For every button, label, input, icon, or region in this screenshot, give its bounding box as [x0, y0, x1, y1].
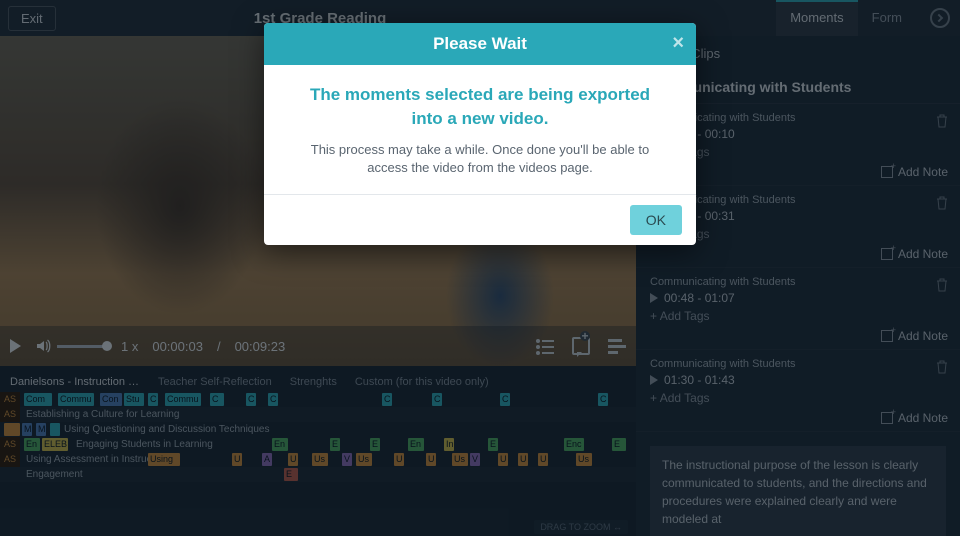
- modal-title: Please Wait: [433, 34, 527, 53]
- app-root: Exit 1st Grade Reading Moments Form 1 x …: [0, 0, 960, 536]
- modal-subtext: This process may take a while. Once done…: [294, 141, 666, 179]
- modal-footer: OK: [264, 194, 696, 245]
- export-modal: Please Wait × The moments selected are b…: [264, 23, 696, 245]
- ok-button[interactable]: OK: [630, 205, 682, 235]
- modal-message: The moments selected are being exported …: [294, 83, 666, 131]
- close-icon[interactable]: ×: [672, 33, 684, 53]
- modal-body: The moments selected are being exported …: [264, 65, 696, 194]
- modal-header: Please Wait ×: [264, 23, 696, 65]
